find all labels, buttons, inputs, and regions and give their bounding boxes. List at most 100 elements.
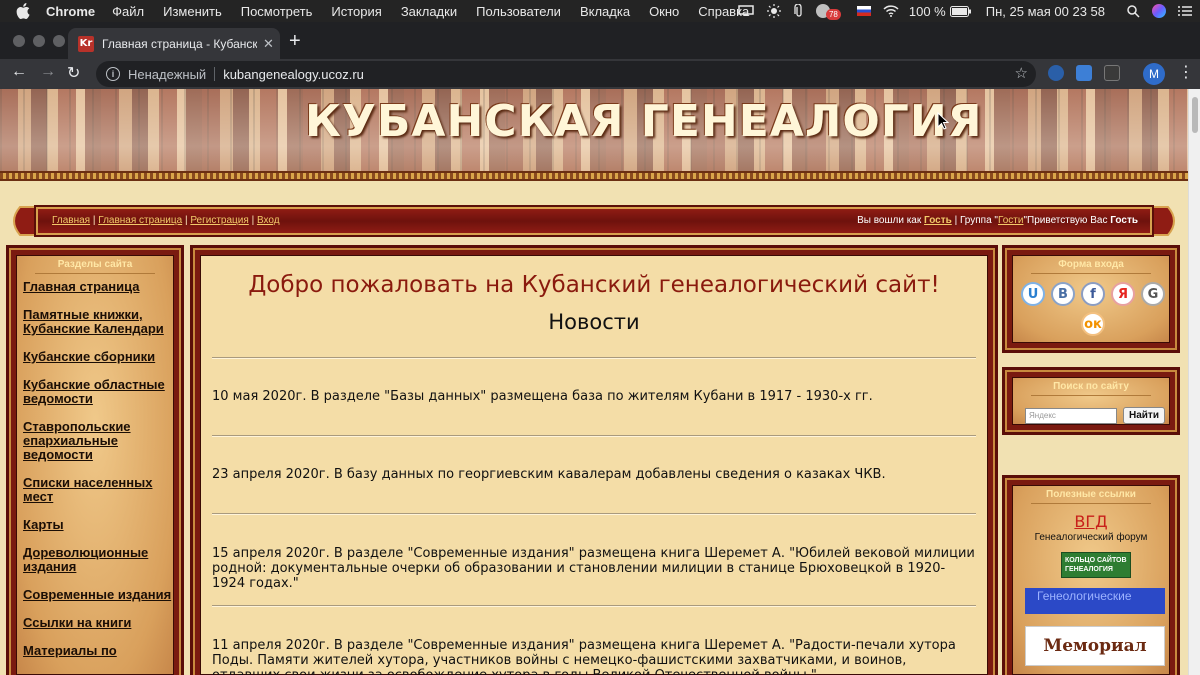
news-divider [212,605,976,607]
nav-link-register[interactable]: Регистрация [190,215,248,226]
security-label[interactable]: Ненадежный [128,67,206,82]
logged-in-label: Вы вошли как [857,215,922,226]
reload-button[interactable]: ↻ [67,63,80,83]
vk-icon[interactable]: B [1051,282,1075,306]
siri-icon[interactable] [1152,4,1166,18]
navbar-bar: Главная | Главная страница | Регистрация… [36,207,1152,235]
tab-title: Главная страница - Кубанская [102,36,257,51]
yandex-icon[interactable]: Я [1111,282,1135,306]
genealogy-ring-banner[interactable]: КОЛЬЦО САЙТОВ ГЕНЕАЛОГИЯ [1061,552,1131,578]
header-ornament [0,171,1188,181]
omnibox-divider [214,67,216,81]
group-label: Группа [959,215,992,226]
wifi-icon[interactable] [883,5,899,17]
url-text[interactable]: kubangenealogy.ucoz.ru [223,67,364,82]
site-search-input[interactable]: Яндекс [1025,408,1117,424]
search-icon[interactable] [1127,4,1140,18]
section-link-settlement-lists[interactable]: Списки населенных мест [23,476,183,504]
russian-flag-icon[interactable] [856,6,871,16]
greeting-user: Гость [1110,215,1138,226]
main-content-body: Добро пожаловать на Кубанский генеалогич… [200,255,988,675]
battery-percent[interactable]: 100 % [909,4,946,19]
close-tab-icon[interactable]: ✕ [263,36,274,52]
memoriam-banner[interactable]: Мемориал [1025,626,1165,666]
menu-window[interactable]: Окно [649,4,679,19]
clock[interactable]: Пн, 25 мая 00 23 58 [986,4,1105,19]
close-window-button[interactable] [13,35,25,47]
main-content-panel: Добро пожаловать на Кубанский генеалогич… [190,245,998,675]
zoom-window-button[interactable] [53,35,65,47]
site-header: КУБАНСКАЯ ГЕНЕАЛОГИЯ [0,89,1188,171]
menu-file[interactable]: Файл [112,4,144,19]
chrome-menu-icon[interactable]: ⋮ [1178,64,1194,82]
profile-avatar[interactable]: M [1143,63,1165,85]
scrollbar-thumb[interactable] [1192,97,1198,133]
section-link-main[interactable]: Главная страница [23,280,183,294]
news-item: 10 мая 2020г. В разделе "Базы данных" ра… [212,389,873,404]
macos-menu-bar: Chrome Файл Изменить Посмотреть История … [0,0,1200,22]
section-link-book-links[interactable]: Ссылки на книги [23,616,183,630]
menu-users[interactable]: Пользователи [476,4,561,19]
section-link-memorial-books[interactable]: Памятные книжки, Кубанские Календари [23,308,183,336]
section-link-stavropol-gazette[interactable]: Ставропольские епархиальные ведомости [23,420,183,462]
forward-button[interactable]: → [40,63,56,81]
section-link-kuban-gazette[interactable]: Кубанские областные ведомости [23,378,183,406]
extension-globe-icon[interactable] [1048,65,1064,81]
browser-toolbar: ← → ↻ i Ненадежный kubangenealogy.ucoz.r… [0,59,1200,89]
news-heading: Новости [548,310,640,334]
search-panel: Поиск по сайту Яндекс Найти [1002,367,1180,435]
search-panel-body: Поиск по сайту Яндекс Найти [1012,377,1170,425]
genealogy-banner[interactable]: Генеологические [1025,588,1165,614]
menu-view[interactable]: Посмотреть [241,4,313,19]
extension-puzzle-icon[interactable] [1076,65,1092,81]
facebook-icon[interactable]: f [1081,282,1105,306]
links-panel-body: Полезные ссылки ВГД Генеалогический фору… [1012,485,1170,675]
user-status: Вы вошли как Гость | Группа "Гости"Приве… [857,215,1138,226]
back-button[interactable]: ← [11,63,27,81]
vgd-link[interactable]: ВГД [1013,512,1169,531]
user-link[interactable]: Гость [924,215,952,226]
menu-history[interactable]: История [331,4,381,19]
section-link-modern[interactable]: Современные издания [23,588,183,602]
page-scrollbar[interactable] [1188,89,1200,675]
menu-chrome[interactable]: Chrome [46,4,95,19]
display-icon[interactable] [738,5,754,17]
page-viewport: КУБАНСКАЯ ГЕНЕАЛОГИЯ Главная | Главная с… [0,89,1188,675]
menu-tab[interactable]: Вкладка [580,4,630,19]
search-title: Поиск по сайту [1013,378,1169,396]
brightness-icon[interactable] [766,4,782,18]
vgd-caption: Генеалогический форум [1034,532,1148,543]
paperclip-icon[interactable] [794,4,804,18]
new-tab-button[interactable]: + [289,31,301,51]
odnoklassniki-icon[interactable]: ок [1081,312,1105,336]
tab-active[interactable]: Kr Главная страница - Кубанская ✕ [68,28,280,59]
group-link[interactable]: Гости [998,215,1023,226]
mouse-cursor-icon [937,112,949,130]
section-link-materials[interactable]: Материалы по [23,644,183,658]
address-bar[interactable]: i Ненадежный kubangenealogy.ucoz.ru ☆ [96,61,1036,87]
nav-link-main-page[interactable]: Главная страница [98,215,182,226]
apple-icon[interactable] [16,3,30,19]
section-link-kuban-collections[interactable]: Кубанские сборники [23,350,183,364]
menu-edit[interactable]: Изменить [163,4,222,19]
section-link-prerevolution[interactable]: Дореволюционные издания [23,546,183,574]
google-icon[interactable]: G [1141,282,1165,306]
menu-bookmarks[interactable]: Закладки [401,4,457,19]
extension-translate-icon[interactable] [1104,65,1120,81]
site-title: КУБАНСКАЯ ГЕНЕАЛОГИЯ [305,96,983,147]
sections-menu: Главная страница Памятные книжки, Кубанс… [23,280,183,672]
nav-link-home[interactable]: Главная [52,215,90,226]
site-favicon-icon: Kr [78,35,94,52]
top-nav-links: Главная | Главная страница | Регистрация… [52,215,280,226]
links-title: Полезные ссылки [1013,486,1169,504]
notification-center-icon[interactable] [1178,5,1192,17]
minimize-window-button[interactable] [33,35,45,47]
info-icon[interactable]: i [106,67,120,81]
site-search-button[interactable]: Найти [1123,407,1165,424]
bookmark-star-icon[interactable]: ☆ [1015,64,1028,82]
greeting-label: Приветствую Вас [1027,215,1108,226]
battery-icon[interactable] [949,5,972,17]
ucoz-icon[interactable]: U [1021,282,1045,306]
section-link-maps[interactable]: Карты [23,518,183,532]
nav-link-login[interactable]: Вход [257,215,280,226]
